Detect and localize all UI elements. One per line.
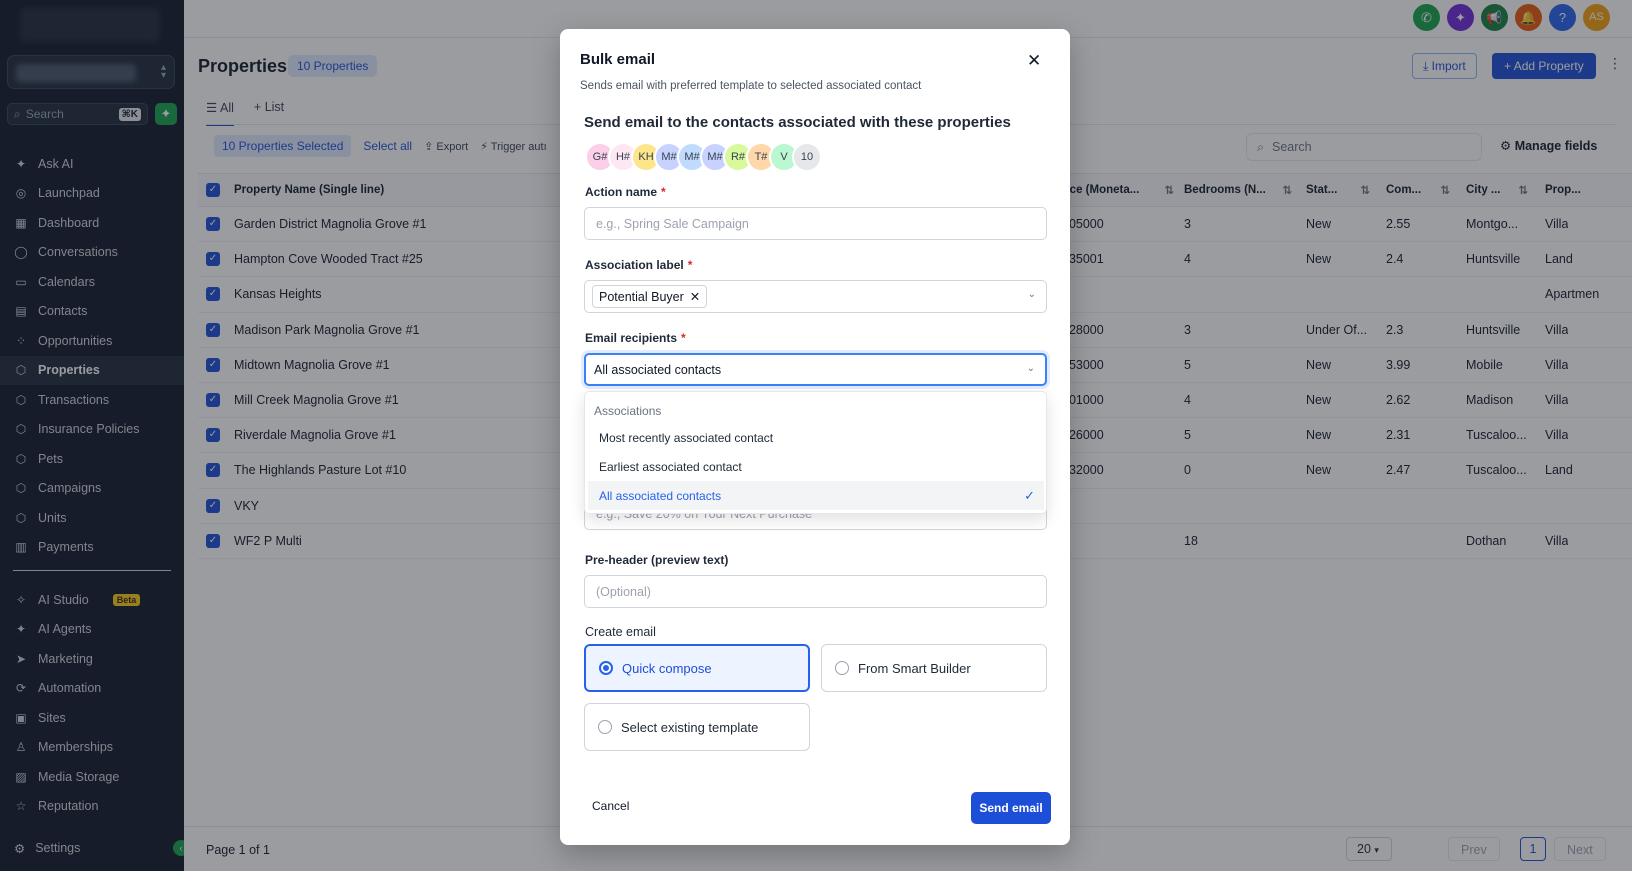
contact-avatars: G# H# KH M# M# M# R# T# V 10 <box>585 142 822 172</box>
association-label-label: Association label * <box>585 258 693 272</box>
action-name-label: Action name * <box>585 185 666 199</box>
option-all[interactable]: All associated contacts ✓ <box>588 481 1044 510</box>
cancel-button[interactable]: Cancel <box>592 799 629 813</box>
recipients-dropdown: Associations Most recently associated co… <box>584 391 1047 514</box>
action-name-input[interactable]: e.g., Spring Sale Campaign <box>584 207 1047 240</box>
radio-smart-builder[interactable]: From Smart Builder <box>821 644 1047 692</box>
close-icon[interactable]: ✕ <box>1027 51 1041 71</box>
association-label-select[interactable]: Potential Buyer ✕ ⌄ <box>584 280 1047 313</box>
radio-quick-compose[interactable]: Quick compose <box>584 644 810 692</box>
modal-title: Bulk email <box>580 51 656 68</box>
close-icon[interactable]: ✕ <box>690 289 700 304</box>
chevron-down-icon: ⌄ <box>1026 363 1035 374</box>
modal-heading: Send email to the contacts associated wi… <box>584 114 1011 131</box>
send-email-button[interactable]: Send email <box>971 792 1051 824</box>
bulk-email-modal: Bulk email Sends email with preferred te… <box>560 29 1070 845</box>
option-earliest[interactable]: Earliest associated contact <box>588 452 1044 481</box>
check-icon: ✓ <box>1024 487 1035 503</box>
modal-subtitle: Sends email with preferred template to s… <box>580 80 922 92</box>
dropdown-group-label: Associations <box>594 404 662 418</box>
email-recipients-select[interactable]: All associated contacts ⌄ <box>584 353 1047 386</box>
chevron-down-icon: ⌄ <box>1027 289 1036 300</box>
preheader-input[interactable]: (Optional) <box>584 575 1047 608</box>
association-chip: Potential Buyer ✕ <box>592 285 708 308</box>
email-recipients-label: Email recipients * <box>585 331 686 345</box>
contact-avatar[interactable]: 10 <box>792 142 822 172</box>
radio-icon <box>598 720 612 734</box>
radio-icon <box>599 661 613 675</box>
radio-existing-template[interactable]: Select existing template <box>584 703 810 751</box>
option-most-recent[interactable]: Most recently associated contact <box>588 423 1044 452</box>
radio-icon <box>835 661 849 675</box>
create-email-label: Create email <box>585 625 656 639</box>
preheader-label: Pre-header (preview text) <box>585 553 729 567</box>
